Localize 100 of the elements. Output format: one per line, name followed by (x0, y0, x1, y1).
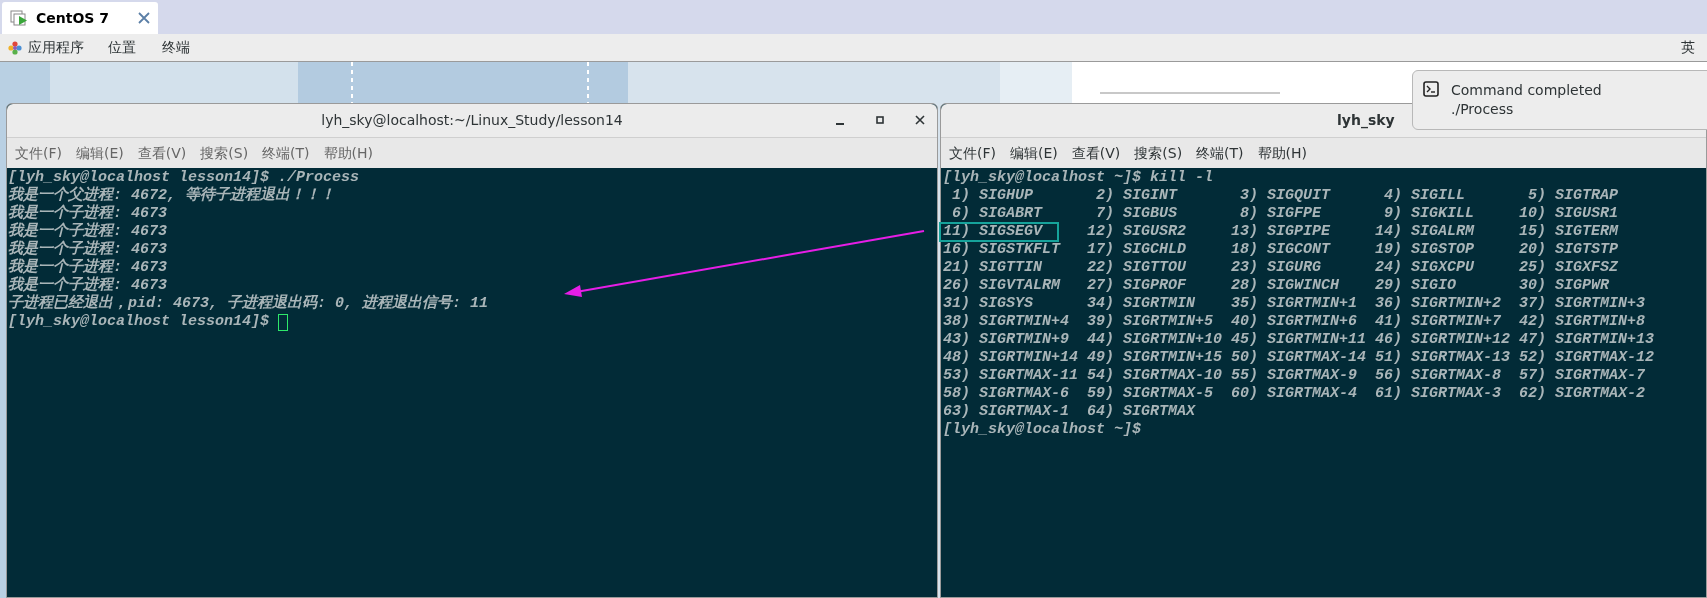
signal-name: SIGRTMAX-6 (979, 385, 1069, 403)
terminal-line: [lyh_sky@localhost ~]$ (943, 421, 1142, 439)
signal-name: SIGRTMAX-5 (1123, 385, 1213, 403)
signal-number: 60) (1231, 385, 1258, 403)
signal-name: SIGTSTP (1555, 241, 1618, 259)
signal-number: 35) (1231, 295, 1258, 313)
signal-number: 14) (1375, 223, 1402, 241)
signal-number: 5) (1527, 187, 1546, 205)
menu-item[interactable]: 查看(V) (1071, 142, 1121, 164)
input-method-indicator[interactable]: 英 (1681, 37, 1695, 58)
signal-name: SIGALRM (1411, 223, 1474, 241)
signal-number: 43) (943, 331, 970, 349)
menu-item[interactable]: 查看(V) (137, 142, 187, 164)
signal-name: SIGRTMAX-7 (1555, 367, 1645, 385)
signal-number: 12) (1087, 223, 1114, 241)
signal-number: 10) (1519, 205, 1546, 223)
signal-number: 8) (1239, 205, 1258, 223)
terminal-line: 我是一个子进程: 4673 (8, 205, 167, 222)
menu-item[interactable]: 编辑(E) (1010, 142, 1058, 164)
signal-name: SIGUSR2 (1123, 223, 1186, 241)
signal-number: 15) (1519, 223, 1546, 241)
signal-number: 58) (943, 385, 970, 403)
menu-item[interactable]: 终端(T) (1196, 142, 1244, 164)
notification-popup[interactable]: Command completed ./Process (1412, 70, 1707, 130)
signal-name: SIGRTMAX-8 (1411, 367, 1501, 385)
close-icon[interactable] (915, 115, 925, 125)
tab-label: CentOS 7 (36, 8, 110, 28)
signal-number: 27) (1087, 277, 1114, 295)
menu-item[interactable]: 文件(F) (15, 142, 62, 164)
menu-item[interactable]: 搜索(S) (200, 142, 249, 164)
signal-number: 24) (1375, 259, 1402, 277)
signal-name: SIGRTMIN+13 (1555, 331, 1655, 349)
signal-name: SIGRTMAX-13 (1411, 349, 1511, 367)
signal-name: SIGRTMIN+10 (1123, 331, 1223, 349)
signal-number: 40) (1231, 313, 1258, 331)
signal-number: 64) (1087, 403, 1114, 421)
menu-item[interactable]: 终端(T) (262, 142, 310, 164)
signal-name: SIGFPE (1267, 205, 1321, 223)
signal-number: 45) (1231, 331, 1258, 349)
signal-name: SIGRTMAX-3 (1411, 385, 1501, 403)
signal-name: SIGPROF (1123, 277, 1186, 295)
signal-name: SIGRTMIN+1 (1267, 295, 1357, 313)
terminal-line: [lyh_sky@localhost lesson14]$ (8, 313, 270, 331)
menu-item[interactable]: 帮助(H) (323, 142, 374, 164)
signal-number: 7) (1095, 205, 1114, 223)
terminal-line: [lyh_sky@localhost lesson14]$ ./Process (8, 169, 360, 186)
signal-number: 57) (1519, 367, 1546, 385)
terminal-line: 我是一个子进程: 4673 (8, 259, 167, 276)
signal-number: 20) (1519, 241, 1546, 259)
signal-name: SIGURG (1267, 259, 1321, 277)
signal-name: SIGIO (1411, 277, 1456, 295)
signal-number: 62) (1519, 385, 1546, 403)
notification-title: Command completed (1451, 81, 1602, 100)
top-menu-item[interactable]: 应用程序 (28, 37, 84, 58)
signal-number: 59) (1087, 385, 1114, 403)
signal-name: SIGRTMAX-9 (1267, 367, 1357, 385)
signal-number: 63) (943, 403, 970, 421)
signal-number: 52) (1519, 349, 1546, 367)
terminal-line: 子进程已经退出，pid: 4673, 子进程退出码: 0, 进程退出信号: 11 (8, 295, 489, 313)
signal-number: 30) (1519, 277, 1546, 295)
signal-name: SIGSTOP (1411, 241, 1474, 259)
signal-number: 11) (943, 223, 970, 241)
signal-name: SIGRTMAX-1 (979, 403, 1069, 421)
signal-name: SIGRTMIN+8 (1555, 313, 1645, 331)
signal-name: SIGCONT (1267, 241, 1330, 259)
menu-item[interactable]: 搜索(S) (1134, 142, 1183, 164)
menu-item[interactable]: 帮助(H) (1257, 142, 1308, 164)
signal-number: 37) (1519, 295, 1546, 313)
signal-name: SIGRTMIN+14 (979, 349, 1079, 367)
signal-number: 1) (951, 187, 970, 205)
signal-number: 38) (943, 313, 970, 331)
signal-number: 25) (1519, 259, 1546, 277)
menu-item[interactable]: 编辑(E) (76, 142, 124, 164)
signal-number: 46) (1375, 331, 1402, 349)
signal-number: 19) (1375, 241, 1402, 259)
signal-name: SIGPIPE (1267, 223, 1330, 241)
top-menu-item[interactable]: 位置 (108, 37, 136, 58)
signal-name: SIGXFSZ (1555, 259, 1618, 277)
signal-number: 34) (1087, 295, 1114, 313)
signal-name: SIGRTMIN+12 (1411, 331, 1511, 349)
signal-number: 39) (1087, 313, 1114, 331)
signal-number: 22) (1087, 259, 1114, 277)
signal-number: 47) (1519, 331, 1546, 349)
menu-item[interactable]: 文件(F) (949, 142, 996, 164)
signal-name: SIGRTMIN+7 (1411, 313, 1501, 331)
signal-name: SIGRTMIN+11 (1267, 331, 1367, 349)
signal-number: 6) (951, 205, 970, 223)
signal-name: SIGPWR (1555, 277, 1609, 295)
maximize-icon[interactable] (875, 115, 885, 125)
signal-number: 31) (943, 295, 970, 313)
notification-body: ./Process (1451, 100, 1515, 119)
signal-name: SIGRTMIN+4 (979, 313, 1069, 331)
signal-number: 4) (1383, 187, 1402, 205)
signal-number: 13) (1231, 223, 1258, 241)
signal-number: 48) (943, 349, 970, 367)
top-menu-item[interactable]: 终端 (162, 37, 190, 58)
vm-tab[interactable]: CentOS 7 (2, 2, 158, 34)
signal-number: 2) (1095, 187, 1114, 205)
signal-number: 44) (1087, 331, 1114, 349)
signal-name: SIGRTMIN (1123, 295, 1195, 313)
